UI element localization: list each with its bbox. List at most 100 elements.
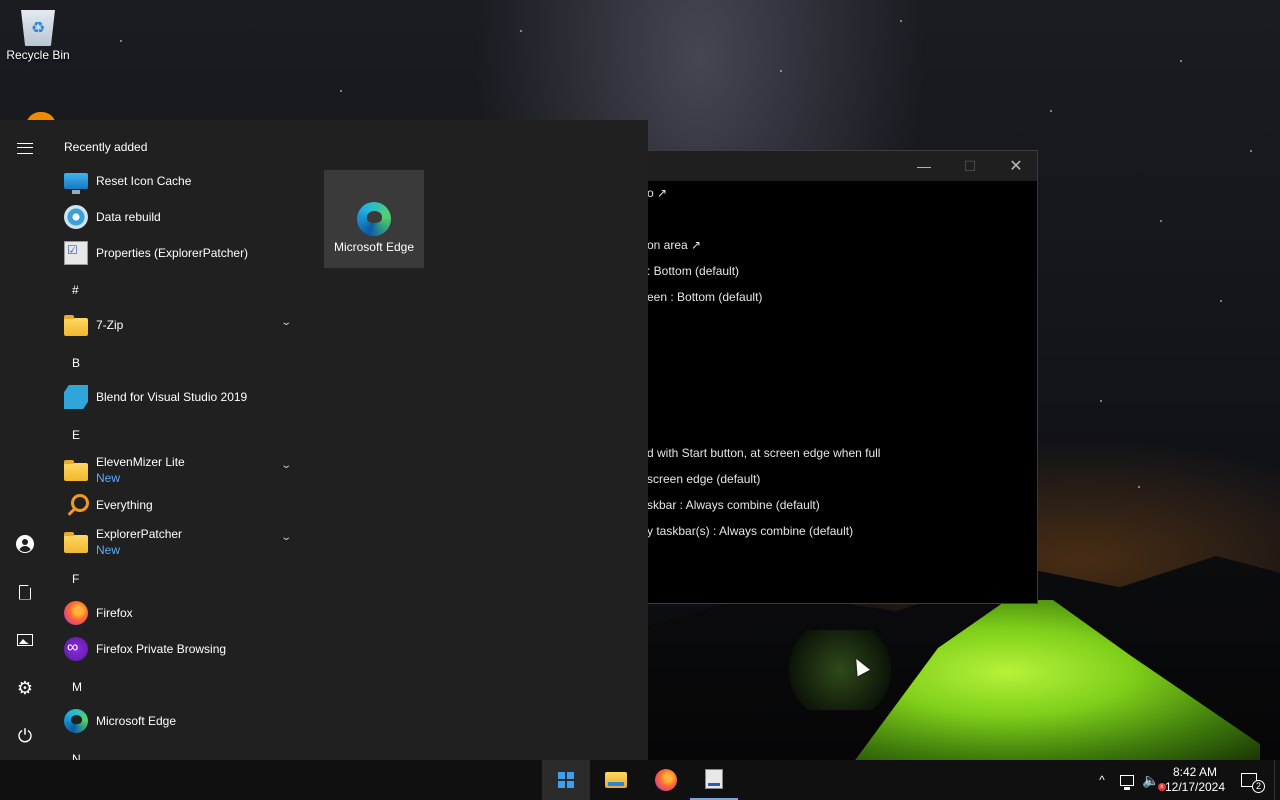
settings-button[interactable]: ⚙ xyxy=(0,668,50,708)
app-name: ExplorerPatcher xyxy=(96,527,183,541)
show-hidden-icons-button[interactable]: ^ xyxy=(1092,760,1112,800)
tile-label: Microsoft Edge xyxy=(333,240,415,254)
recycle-bin-icon xyxy=(21,10,55,46)
properties-icon xyxy=(64,241,88,265)
background-app-window[interactable]: — ☐ ✕ o ↗ on area ↗ : Bottom (default) e… xyxy=(600,150,1038,604)
app-item-firefox[interactable]: Firefox xyxy=(56,595,306,631)
letter-header-f[interactable]: F xyxy=(72,572,79,586)
app-item-firefox-private[interactable]: Firefox Private Browsing xyxy=(56,631,306,667)
firefox-private-icon xyxy=(64,637,88,661)
taskbar: ^ 🔈 x 8:42 AM 12/17/2024 2 xyxy=(0,760,1280,800)
clock-time: 8:42 AM xyxy=(1172,765,1218,779)
app-name: ElevenMizer Lite xyxy=(96,455,185,469)
app-name: Firefox Private Browsing xyxy=(96,642,227,656)
folder-icon xyxy=(64,531,88,553)
start-button[interactable] xyxy=(542,760,590,800)
folder-icon xyxy=(64,459,88,481)
app-item-explorerpatcher[interactable]: ExplorerPatcher New ⌄ xyxy=(56,522,306,562)
disc-icon xyxy=(64,205,88,229)
letter-header-e[interactable]: E xyxy=(72,428,80,442)
settings-line[interactable]: d with Start button, at screen edge when… xyxy=(647,446,880,460)
window-titlebar[interactable]: — ☐ ✕ xyxy=(601,151,1037,181)
close-button[interactable]: ✕ xyxy=(993,151,1039,181)
clock[interactable]: 8:42 AM 12/17/2024 xyxy=(1162,760,1228,800)
firefox-icon xyxy=(655,769,677,791)
volume-button[interactable]: 🔈 x xyxy=(1140,760,1166,800)
pictures-button[interactable] xyxy=(0,620,50,660)
documents-button[interactable] xyxy=(0,572,50,612)
windows-start-icon xyxy=(558,772,574,788)
app-item-7zip[interactable]: 7-Zip ⌄ xyxy=(56,307,306,343)
settings-line[interactable]: o ↗ xyxy=(647,186,667,200)
app-name: Reset Icon Cache xyxy=(96,174,192,188)
network-icon xyxy=(1120,774,1134,790)
settings-line[interactable]: : Bottom (default) xyxy=(647,264,739,278)
network-button[interactable] xyxy=(1116,760,1138,800)
action-center-button[interactable]: 2 xyxy=(1234,760,1265,800)
taskbar-firefox[interactable] xyxy=(642,760,690,800)
all-apps-list: Recently added Reset Icon Cache Data reb… xyxy=(56,120,316,760)
pictures-icon xyxy=(17,634,33,646)
taskbar-properties-explorerpatcher[interactable] xyxy=(690,760,738,800)
app-item-data-rebuild[interactable]: Data rebuild xyxy=(56,199,306,235)
settings-line[interactable]: y taskbar(s) : Always combine (default) xyxy=(647,524,853,538)
app-name: Firefox xyxy=(96,606,133,620)
chevron-up-icon: ^ xyxy=(1099,773,1105,787)
maximize-button[interactable]: ☐ xyxy=(947,151,993,181)
power-button[interactable]: ⏻ xyxy=(0,716,50,756)
folder-icon xyxy=(64,314,88,336)
edge-icon xyxy=(64,709,88,733)
monitor-icon xyxy=(64,173,88,194)
blend-icon xyxy=(64,385,88,409)
user-account-button[interactable] xyxy=(0,524,50,564)
settings-line[interactable]: skbar : Always combine (default) xyxy=(647,498,820,512)
app-name: Blend for Visual Studio 2019 xyxy=(96,390,248,404)
tile-microsoft-edge[interactable]: Microsoft Edge xyxy=(324,170,424,268)
app-item-everything[interactable]: Everything xyxy=(56,487,306,523)
start-menu-rail: ⚙ ⏻ xyxy=(0,120,50,760)
app-item-microsoft-edge[interactable]: Microsoft Edge xyxy=(56,703,306,739)
edge-icon xyxy=(357,202,391,236)
document-icon xyxy=(19,584,31,600)
notification-icon: 2 xyxy=(1241,773,1265,793)
firefox-icon xyxy=(64,601,88,625)
letter-header-m[interactable]: M xyxy=(72,680,82,694)
clock-date: 12/17/2024 xyxy=(1164,780,1226,794)
app-item-blend[interactable]: Blend for Visual Studio 2019 xyxy=(56,379,306,415)
chevron-down-icon[interactable]: ⌄ xyxy=(280,460,292,471)
app-name: Microsoft Edge xyxy=(96,714,177,728)
app-name: Everything xyxy=(96,498,153,512)
letter-header-n[interactable]: N xyxy=(72,752,81,760)
settings-line[interactable]: screen edge (default) xyxy=(647,472,760,486)
user-icon xyxy=(16,535,34,553)
new-badge: New xyxy=(96,471,121,485)
gear-icon: ⚙ xyxy=(16,678,34,698)
app-name: Data rebuild xyxy=(96,210,161,224)
letter-header-b[interactable]: B xyxy=(72,356,80,370)
app-name: Properties (ExplorerPatcher) xyxy=(96,246,249,260)
power-icon: ⏻ xyxy=(17,726,33,746)
settings-line[interactable]: een : Bottom (default) xyxy=(647,290,762,304)
show-desktop-button[interactable] xyxy=(1274,760,1280,800)
minimize-button[interactable]: — xyxy=(901,151,947,181)
desktop-icon-recycle-bin[interactable]: Recycle Bin xyxy=(0,6,76,62)
chevron-down-icon[interactable]: ⌄ xyxy=(280,317,292,328)
app-item-elevenmizer[interactable]: ElevenMizer Lite New ⌄ xyxy=(56,450,306,490)
app-item-reset-icon-cache[interactable]: Reset Icon Cache xyxy=(56,163,306,199)
notification-count-badge: 2 xyxy=(1252,780,1265,793)
chevron-down-icon[interactable]: ⌄ xyxy=(280,532,292,543)
new-badge: New xyxy=(96,543,121,557)
expand-menu-button[interactable] xyxy=(0,128,50,168)
app-item-properties-explorerpatcher[interactable]: Properties (ExplorerPatcher) xyxy=(56,235,306,271)
file-explorer-icon xyxy=(605,772,627,788)
hamburger-icon xyxy=(17,142,33,154)
properties-icon xyxy=(705,769,723,789)
app-name: 7-Zip xyxy=(96,318,124,332)
settings-line[interactable]: on area ↗ xyxy=(647,238,701,252)
taskbar-file-explorer[interactable] xyxy=(592,760,640,800)
desktop-icon-label: Recycle Bin xyxy=(6,48,70,62)
recently-added-heading: Recently added xyxy=(64,140,148,154)
search-icon xyxy=(64,493,89,517)
letter-header-hash[interactable]: # xyxy=(72,283,79,297)
speaker-icon: 🔈 x xyxy=(1142,772,1166,791)
